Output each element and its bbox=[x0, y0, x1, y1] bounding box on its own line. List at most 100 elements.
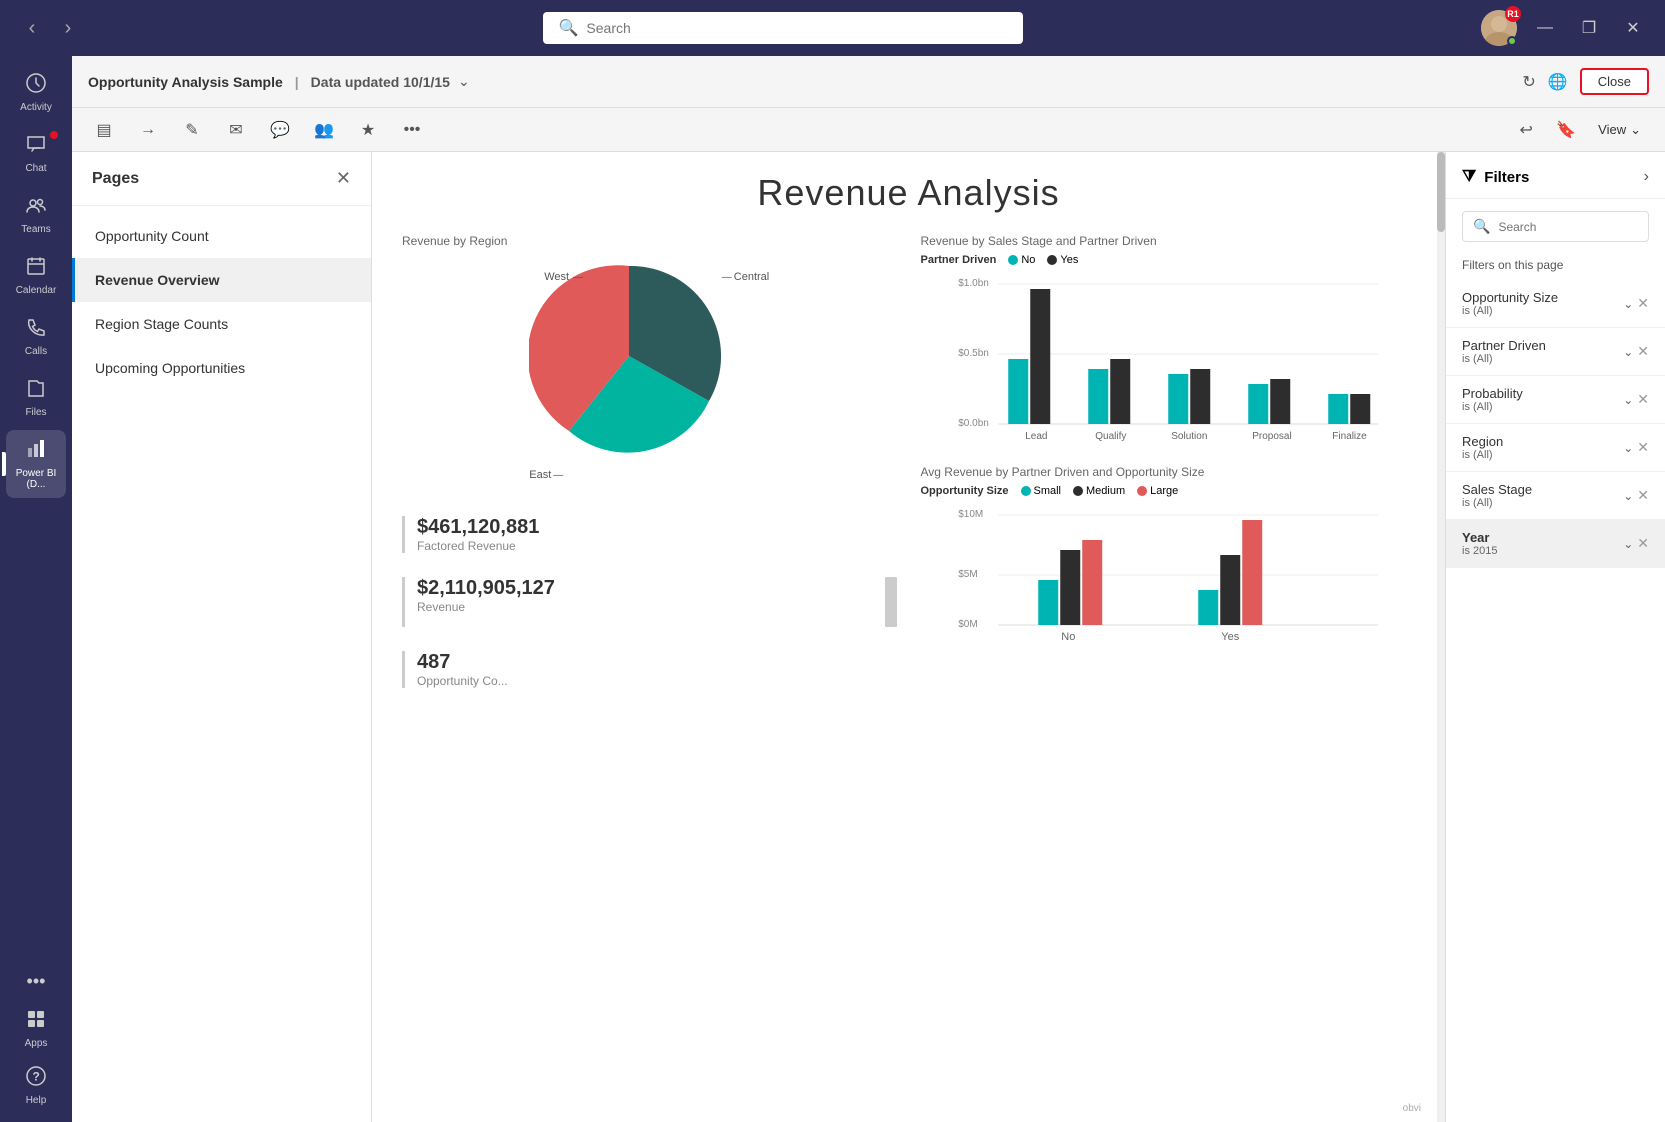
filter-year-chevron: ⌄ bbox=[1623, 537, 1633, 551]
title-separator: | bbox=[295, 74, 299, 90]
filter-search-input[interactable] bbox=[1498, 220, 1638, 234]
filter-probability-chevron: ⌄ bbox=[1623, 393, 1633, 407]
sidebar-item-activity[interactable]: Activity bbox=[6, 64, 66, 121]
maximize-button[interactable]: ❐ bbox=[1573, 12, 1605, 44]
action-toolbar: ▤ → ✎ ✉ 💬 👥 ★ ••• ↩ 🔖 View ⌄ bbox=[72, 108, 1665, 152]
filter-sales-stage-name: Sales Stage bbox=[1462, 482, 1532, 497]
filter-opportunity-size-row: Opportunity Size is (All) ⌄ ✕ bbox=[1462, 290, 1649, 317]
legend-small: Small bbox=[1021, 485, 1062, 497]
sidebar-item-apps[interactable]: Apps bbox=[6, 1000, 66, 1057]
refresh-button[interactable]: ↻ bbox=[1522, 72, 1535, 92]
filter-probability-row: Probability is (All) ⌄ ✕ bbox=[1462, 386, 1649, 413]
edit-button[interactable]: ✎ bbox=[176, 114, 208, 146]
more-icon: ••• bbox=[27, 971, 46, 992]
report-view: Revenue Analysis Revenue by Region bbox=[372, 152, 1445, 1122]
sidebar-item-powerbi[interactable]: Power BI (D... bbox=[6, 430, 66, 498]
legend-large-dot bbox=[1137, 486, 1147, 496]
filter-region-clear[interactable]: ✕ bbox=[1637, 439, 1649, 456]
filter-item-opportunity-size[interactable]: Opportunity Size is (All) ⌄ ✕ bbox=[1446, 280, 1665, 328]
pages-header: Pages ✕ bbox=[72, 152, 371, 206]
favorite-button[interactable]: ★ bbox=[352, 114, 384, 146]
report-scrollbar-thumb[interactable] bbox=[1437, 152, 1445, 232]
legend-yes-dot bbox=[1047, 255, 1057, 265]
filter-region-name: Region bbox=[1462, 434, 1503, 449]
filter-item-sales-stage[interactable]: Sales Stage is (All) ⌄ ✕ bbox=[1446, 472, 1665, 520]
view-label: View bbox=[1598, 122, 1626, 137]
bottom-chart-legend: Opportunity Size Small Medium bbox=[921, 485, 1416, 497]
pages-close-button[interactable]: ✕ bbox=[336, 168, 351, 189]
mail-button[interactable]: ✉ bbox=[220, 114, 252, 146]
page-item-region-stage-counts[interactable]: Region Stage Counts bbox=[72, 302, 371, 346]
sidebar-item-calls[interactable]: Calls bbox=[6, 308, 66, 365]
east-arrow: — bbox=[553, 470, 563, 481]
help-icon: ? bbox=[25, 1065, 47, 1093]
filter-region-chevron: ⌄ bbox=[1623, 441, 1633, 455]
share-button[interactable]: 👥 bbox=[308, 114, 340, 146]
filter-item-probability[interactable]: Probability is (All) ⌄ ✕ bbox=[1446, 376, 1665, 424]
page-item-upcoming-opportunities[interactable]: Upcoming Opportunities bbox=[72, 346, 371, 390]
title-bar-right: R1 — ❐ ✕ bbox=[1481, 10, 1649, 46]
nav-back-button[interactable]: ‹ bbox=[16, 12, 48, 44]
filter-search-container[interactable]: 🔍 bbox=[1462, 211, 1649, 242]
filter-partner-driven-clear[interactable]: ✕ bbox=[1637, 343, 1649, 360]
apps-icon bbox=[25, 1008, 47, 1036]
filter-year-clear[interactable]: ✕ bbox=[1637, 535, 1649, 552]
layout-button[interactable]: ▤ bbox=[88, 114, 120, 146]
sidebar-item-files-label: Files bbox=[25, 407, 46, 418]
filter-item-year[interactable]: Year is 2015 ⌄ ✕ bbox=[1446, 520, 1665, 568]
title-bar-left: ‹ › bbox=[16, 12, 84, 44]
report-scrollbar[interactable] bbox=[1437, 152, 1445, 1122]
top-bar-chart-section: Revenue by Sales Stage and Partner Drive… bbox=[921, 234, 1416, 449]
minimize-button[interactable]: — bbox=[1529, 12, 1561, 44]
sidebar-bottom-section: ••• Apps ? bbox=[6, 963, 66, 1114]
report-page-title: Revenue Analysis bbox=[402, 172, 1415, 214]
nav-forward-button[interactable]: › bbox=[52, 12, 84, 44]
page-region-stage-counts-label: Region Stage Counts bbox=[95, 316, 228, 332]
sidebar-item-files[interactable]: Files bbox=[6, 369, 66, 426]
global-search-input[interactable] bbox=[586, 20, 1006, 36]
svg-text:$10M: $10M bbox=[958, 509, 983, 520]
stat-value-count: 487 bbox=[417, 651, 508, 674]
global-search-bar[interactable]: 🔍 bbox=[543, 12, 1023, 44]
comment-button[interactable]: 💬 bbox=[264, 114, 296, 146]
sidebar-item-calendar[interactable]: Calendar bbox=[6, 247, 66, 304]
filter-item-region[interactable]: Region is (All) ⌄ ✕ bbox=[1446, 424, 1665, 472]
undo-button[interactable]: ↩ bbox=[1510, 114, 1542, 146]
filter-partner-driven-chevron: ⌄ bbox=[1623, 345, 1633, 359]
chat-icon bbox=[25, 133, 47, 161]
central-arrow: — bbox=[722, 272, 732, 283]
content-area: Opportunity Analysis Sample | Data updat… bbox=[72, 56, 1665, 1122]
pages-title: Pages bbox=[92, 170, 139, 188]
page-item-revenue-overview[interactable]: Revenue Overview bbox=[72, 258, 371, 302]
filter-region-row: Region is (All) ⌄ ✕ bbox=[1462, 434, 1649, 461]
sidebar-item-teams[interactable]: Teams bbox=[6, 186, 66, 243]
filters-expand-button[interactable]: › bbox=[1644, 168, 1649, 186]
view-chevron-icon: ⌄ bbox=[1630, 122, 1641, 138]
sidebar-item-chat[interactable]: Chat bbox=[6, 125, 66, 182]
filter-icon: ⧩ bbox=[1462, 168, 1476, 186]
sidebar-item-help[interactable]: ? Help bbox=[6, 1057, 66, 1114]
forward-button[interactable]: → bbox=[132, 114, 164, 146]
pie-label-central: — Central bbox=[722, 271, 769, 283]
page-item-opportunity-count[interactable]: Opportunity Count bbox=[72, 214, 371, 258]
filter-probability-clear[interactable]: ✕ bbox=[1637, 391, 1649, 408]
bookmark-button[interactable]: 🔖 bbox=[1550, 114, 1582, 146]
legend-medium-dot bbox=[1073, 486, 1083, 496]
filter-sales-stage-clear[interactable]: ✕ bbox=[1637, 487, 1649, 504]
sidebar-item-more[interactable]: ••• bbox=[6, 963, 66, 1000]
legend-large-label: Large bbox=[1150, 485, 1178, 497]
svg-text:$0.0bn: $0.0bn bbox=[958, 418, 989, 429]
east-label-text: East bbox=[529, 469, 551, 481]
obvi-watermark: obvi bbox=[1403, 1103, 1421, 1114]
close-report-button[interactable]: Close bbox=[1580, 68, 1649, 95]
more-options-button[interactable]: ••• bbox=[396, 114, 428, 146]
view-button[interactable]: View ⌄ bbox=[1590, 118, 1649, 142]
title-bar: ‹ › 🔍 R1 — ❐ ✕ bbox=[0, 0, 1665, 56]
filter-partner-driven-name: Partner Driven bbox=[1462, 338, 1546, 353]
close-window-button[interactable]: ✕ bbox=[1617, 12, 1649, 44]
filter-opportunity-size-clear[interactable]: ✕ bbox=[1637, 295, 1649, 312]
nav-buttons: ‹ › bbox=[16, 12, 84, 44]
globe-button[interactable]: 🌐 bbox=[1548, 72, 1568, 92]
report-dropdown-button[interactable]: ⌄ bbox=[458, 73, 470, 90]
filter-item-partner-driven[interactable]: Partner Driven is (All) ⌄ ✕ bbox=[1446, 328, 1665, 376]
